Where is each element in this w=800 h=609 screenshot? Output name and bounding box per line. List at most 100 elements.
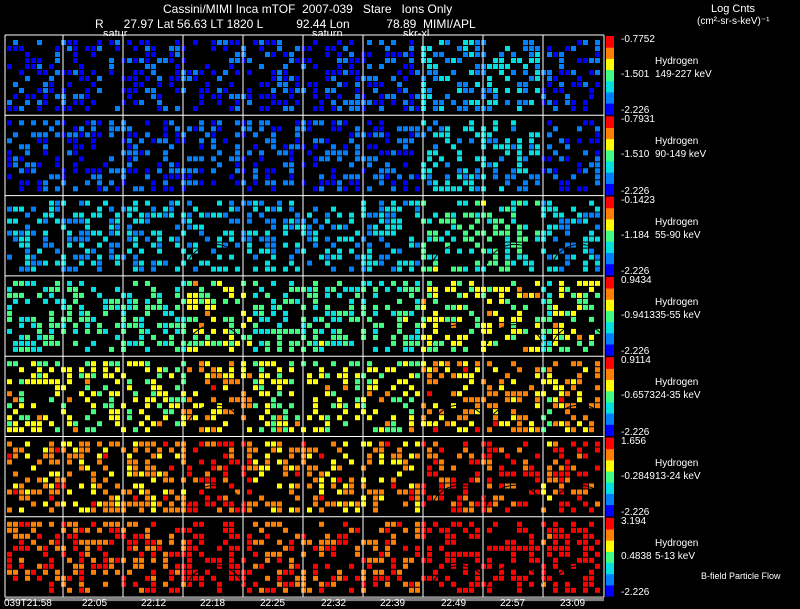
heatmap-cell: [457, 150, 462, 156]
heatmap-cell: [55, 58, 60, 63]
heatmap-cell: [427, 174, 432, 180]
heatmap-cell: [283, 52, 288, 57]
heatmap-cell: [91, 230, 96, 236]
heatmap-cell: [289, 280, 294, 286]
heatmap-cell: [55, 501, 60, 507]
heatmap-cell: [469, 52, 474, 57]
heatmap-cell: [103, 563, 108, 569]
heatmap-cell: [205, 310, 210, 316]
heatmap-cell: [283, 100, 288, 105]
species-label: Hydrogen: [655, 136, 699, 148]
heatmap-cell: [187, 304, 192, 310]
heatmap-cell: [415, 489, 420, 495]
heatmap-cell: [439, 236, 444, 242]
heatmap-cell: [343, 46, 348, 51]
colorbar-segment: [606, 332, 614, 345]
heatmap-cell: [91, 501, 96, 507]
heatmap-cell: [499, 58, 504, 63]
heatmap-cell: [157, 501, 162, 507]
heatmap-cell: [565, 218, 570, 224]
heatmap-cell: [163, 322, 168, 328]
heatmap-cell: [283, 144, 288, 150]
heatmap-cell: [295, 120, 300, 126]
heatmap-cell: [145, 447, 150, 453]
heatmap-cell: [277, 379, 282, 385]
heatmap-cell: [223, 40, 228, 45]
heatmap-cell: [271, 298, 276, 304]
heatmap-cell: [199, 260, 204, 266]
heatmap-cell: [523, 64, 528, 69]
heatmap-cell: [307, 236, 312, 242]
heatmap-cell: [397, 521, 402, 527]
heatmap-cell: [85, 88, 90, 93]
heatmap-cell: [73, 322, 78, 328]
species-label: Hydrogen: [655, 537, 699, 549]
heatmap-cell: [325, 254, 330, 260]
heatmap-cell: [139, 421, 144, 427]
heatmap-cell: [259, 46, 264, 51]
heatmap-cell: [319, 507, 324, 513]
heatmap-cell: [553, 403, 558, 409]
heatmap-cell: [31, 427, 36, 433]
heatmap-cell: [229, 501, 234, 507]
heatmap-cell: [409, 138, 414, 144]
heatmap-cell: [415, 126, 420, 132]
heatmap-cell: [457, 224, 462, 230]
heatmap-cell: [217, 254, 222, 260]
heatmap-cell: [427, 88, 432, 93]
heatmap-cell: [235, 218, 240, 224]
heatmap-cell: [259, 328, 264, 334]
heatmap-cell: [247, 539, 252, 545]
heatmap-cell: [91, 539, 96, 545]
heatmap-cell: [565, 310, 570, 316]
heatmap-cell: [73, 447, 78, 453]
heatmap-cell: [115, 391, 120, 397]
heatmap-cell: [343, 310, 348, 316]
heatmap-cell: [259, 248, 264, 254]
heatmap-cell: [523, 236, 528, 242]
heatmap-cell: [583, 248, 588, 254]
heatmap-cell: [205, 361, 210, 367]
heatmap-cell: [331, 174, 336, 180]
heatmap-cell: [151, 477, 156, 483]
heatmap-cell: [187, 551, 192, 557]
heatmap-cell: [259, 106, 264, 111]
heatmap-cell: [355, 575, 360, 581]
heatmap-cell: [511, 569, 516, 575]
heatmap-cell: [253, 379, 258, 385]
heatmap-cell: [211, 385, 216, 391]
heatmap-cell: [355, 106, 360, 111]
heatmap-cell: [349, 340, 354, 346]
heatmap-cell: [175, 286, 180, 292]
heatmap-cell: [223, 527, 228, 533]
heatmap-cell: [373, 260, 378, 266]
heatmap-cell: [85, 180, 90, 186]
heatmap-cell: [151, 379, 156, 385]
heatmap-cell: [337, 316, 342, 322]
heatmap-cell: [91, 168, 96, 174]
heatmap-cell: [565, 379, 570, 385]
heatmap-cell: [367, 459, 372, 465]
heatmap-cell: [391, 212, 396, 218]
heatmap-cell: [259, 310, 264, 316]
heatmap-cell: [55, 156, 60, 162]
heatmap-cell: [157, 248, 162, 254]
heatmap-cell: [595, 206, 600, 212]
heatmap-cell: [535, 70, 540, 75]
heatmap-cell: [433, 322, 438, 328]
heatmap-cell: [37, 106, 42, 111]
heatmap-cell: [163, 120, 168, 126]
heatmap-cell: [19, 316, 24, 322]
heatmap-cell: [247, 212, 252, 218]
heatmap-cell: [49, 174, 54, 180]
heatmap-cell: [439, 186, 444, 192]
heatmap-cell: [373, 346, 378, 352]
heatmap-cell: [271, 186, 276, 192]
heatmap-cell: [391, 367, 396, 373]
heatmap-cell: [337, 477, 342, 483]
heatmap-cell: [331, 581, 336, 587]
heatmap-cell: [505, 206, 510, 212]
heatmap-cell: [343, 144, 348, 150]
colorbar-value: 3.194: [621, 515, 647, 527]
heatmap-cell: [175, 367, 180, 373]
